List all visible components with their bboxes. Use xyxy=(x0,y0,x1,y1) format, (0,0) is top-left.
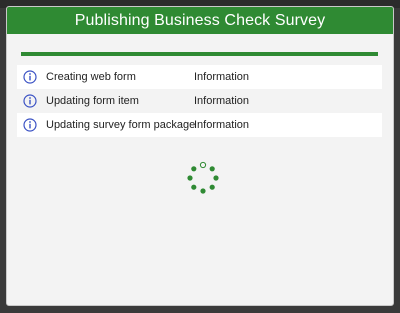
loading-spinner-icon xyxy=(187,161,219,194)
info-icon xyxy=(22,93,38,109)
log-message: Updating survey form package xyxy=(46,119,196,131)
publish-dialog: Publishing Business Check Survey Creatin… xyxy=(6,6,394,306)
log-message: Updating form item xyxy=(46,95,139,107)
progress-bar-fill xyxy=(21,52,378,56)
info-icon xyxy=(22,117,38,133)
dialog-title-bar: Publishing Business Check Survey xyxy=(7,7,393,34)
log-level: Information xyxy=(194,119,250,131)
info-icon xyxy=(22,69,38,85)
log-level: Information xyxy=(194,71,250,83)
dialog-title: Publishing Business Check Survey xyxy=(74,11,326,29)
log-row: Creating web form Information xyxy=(17,65,382,89)
log-row: Updating form item Information xyxy=(17,89,382,113)
log-row: Updating survey form package Information xyxy=(17,113,382,137)
log-message: Creating web form xyxy=(46,71,136,83)
log-level: Information xyxy=(194,95,250,107)
progress-bar xyxy=(21,52,378,56)
log-list: Creating web form Information Updating f… xyxy=(17,65,382,137)
